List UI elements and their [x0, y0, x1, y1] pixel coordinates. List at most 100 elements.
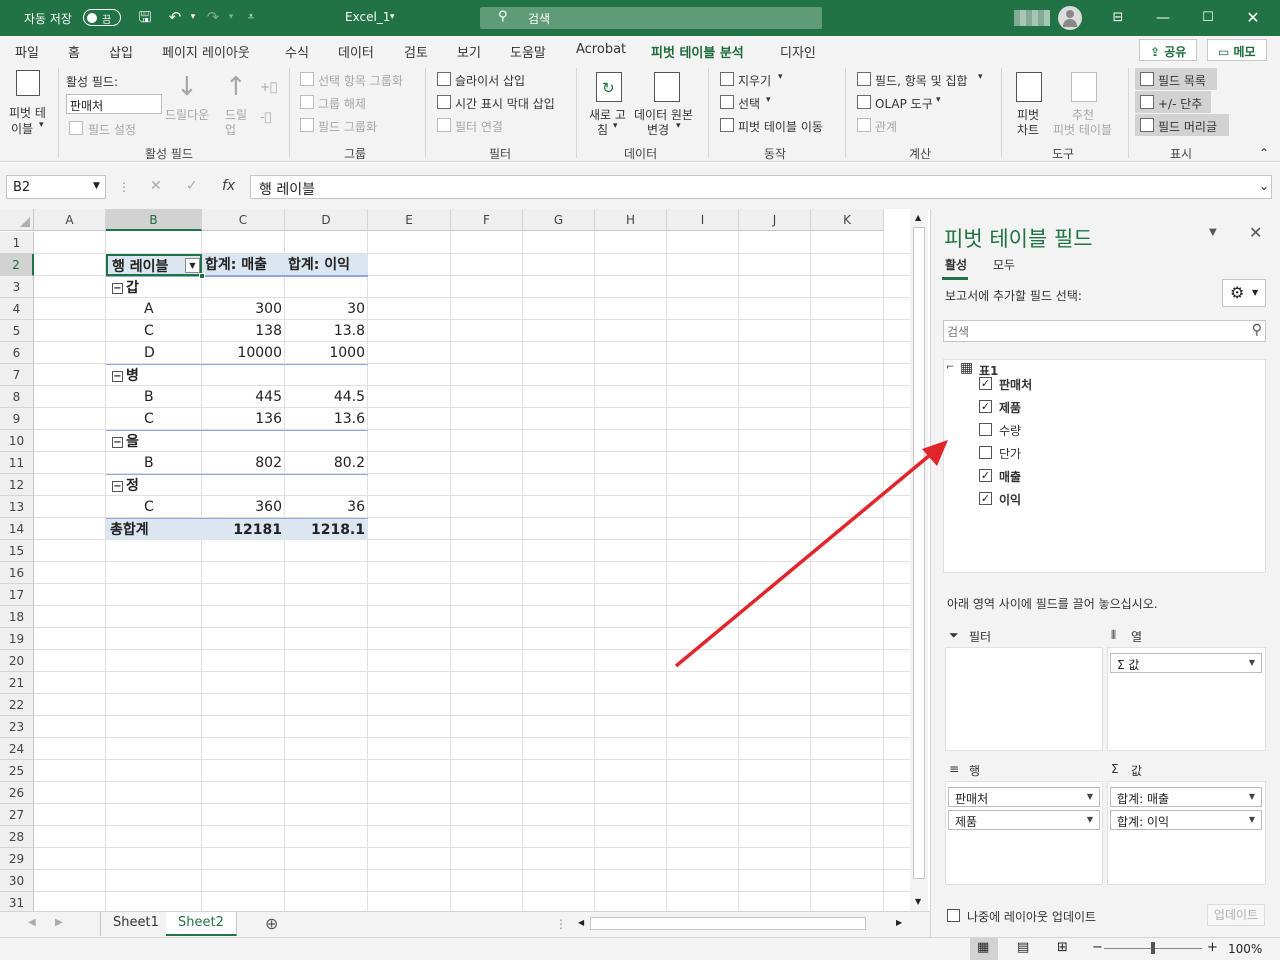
undo-icon[interactable]: ↶ [166, 8, 184, 26]
share-button[interactable]: ⇪ 공유 [1139, 39, 1198, 61]
minimize-icon[interactable]: — [1153, 8, 1173, 28]
pivot-grand-total-sales[interactable]: 12181 [202, 518, 285, 540]
pivot-grand-total-label[interactable]: 총합계 [106, 518, 202, 540]
pivot-profit-value[interactable]: 36 [285, 496, 368, 518]
pane-tab-all[interactable]: 모두 [993, 256, 1015, 273]
pivot-item-label[interactable]: C [106, 408, 202, 430]
field-label[interactable]: 수량 [999, 422, 1021, 439]
maximize-icon[interactable]: ☐ [1198, 8, 1218, 28]
tab-data[interactable]: 데이터 [338, 42, 374, 61]
row-label-filter-button[interactable]: ▼ [185, 258, 200, 273]
zoom-out-icon[interactable]: − [1092, 940, 1103, 955]
rows-item-product[interactable]: 제품 [948, 810, 1100, 830]
column-header-i[interactable]: I [667, 209, 739, 231]
row-header[interactable]: 16 [0, 562, 34, 584]
expand-field-icon[interactable]: +⃞ [260, 80, 277, 94]
select-button[interactable]: 선택 [738, 95, 760, 112]
insert-timeline-button[interactable]: 시간 표시 막대 삽입 [455, 95, 555, 112]
field-checkbox[interactable]: ✓ [979, 492, 992, 505]
column-header-d[interactable]: D [285, 209, 368, 231]
column-header-h[interactable]: H [595, 209, 667, 231]
row-header[interactable]: 26 [0, 782, 34, 804]
refresh-label-2[interactable]: 침 [597, 121, 608, 138]
pivot-item-label[interactable]: D [106, 342, 202, 364]
pivot-sales-value[interactable]: 360 [202, 496, 285, 518]
pivot-item-label[interactable]: C [106, 496, 202, 518]
search-box[interactable]: ⚲ 검색 [480, 7, 822, 29]
field-checkbox[interactable]: ✓ [979, 377, 992, 390]
pivot-sales-value[interactable]: 300 [202, 298, 285, 320]
vertical-scroll-thumb[interactable] [913, 227, 925, 879]
tab-acrobat[interactable]: Acrobat [576, 42, 626, 57]
pivot-profit-value[interactable]: 30 [285, 298, 368, 320]
filter-connections-button[interactable]: 필터 연결 [455, 118, 503, 135]
next-sheet-icon[interactable]: ▶ [55, 917, 63, 928]
save-icon[interactable]: 🖫 [136, 8, 154, 26]
group-selection-button[interactable]: 선택 항목 그룹화 [318, 72, 403, 89]
pivot-profit-value[interactable]: 13.6 [285, 408, 368, 430]
clear-button[interactable]: 지우기 [738, 72, 771, 89]
pivot-sales-header[interactable]: 합계: 매출 [202, 254, 285, 276]
active-field-input[interactable]: 판매처 [66, 94, 162, 114]
title-dropdown-icon[interactable]: ▾ [390, 12, 395, 22]
fields-items-sets-dropdown-icon[interactable]: ▾ [978, 72, 983, 82]
column-header-c[interactable]: C [202, 209, 285, 231]
scroll-right-icon[interactable]: ▶ [896, 918, 902, 927]
pivot-group-row[interactable]: − 정 [106, 474, 368, 496]
name-box-dropdown-icon[interactable]: ▼ [93, 181, 100, 191]
collapse-group-icon[interactable]: − [112, 436, 123, 448]
pivot-item-label[interactable]: C [106, 320, 202, 342]
collapse-ribbon-icon[interactable]: ⌃ [1259, 146, 1269, 160]
sheet-tab-sheet2[interactable]: Sheet2 [166, 912, 237, 936]
pivot-sales-value[interactable]: 445 [202, 386, 285, 408]
values-item-sales[interactable]: 합계: 매출 [1110, 787, 1262, 807]
tab-view[interactable]: 보기 [457, 42, 481, 61]
field-label[interactable]: 판매처 [999, 376, 1032, 393]
values-area[interactable]: 합계: 매출 합계: 이익 [1107, 781, 1266, 885]
horizontal-scroll-thumb[interactable] [590, 917, 866, 930]
scroll-down-icon[interactable]: ▼ [915, 897, 921, 906]
fields-items-sets-button[interactable]: 필드, 항목 및 집합 [875, 72, 968, 89]
spreadsheet-grid[interactable]: ABCDEFGHIJK 1 2 3 4 5 6 7 8 9 10 11 12 13 14 15 16 17 18 1… [0, 209, 910, 911]
pivot-group-row[interactable]: − 을 [106, 430, 368, 452]
row-header[interactable]: 17 [0, 584, 34, 606]
ungroup-button[interactable]: 그룹 해제 [318, 95, 366, 112]
tab-page-layout[interactable]: 페이지 레이아웃 [162, 42, 250, 61]
row-header[interactable]: 4 [0, 298, 34, 320]
columns-item-values[interactable]: Σ 값 [1110, 653, 1262, 673]
tab-design[interactable]: 디자인 [780, 42, 816, 61]
recommended-pivot-label-2[interactable]: 피벗 테이블 [1053, 121, 1112, 138]
close-icon[interactable]: ✕ [1243, 8, 1263, 28]
row-header[interactable]: 31 [0, 892, 34, 911]
zoom-slider-thumb[interactable] [1151, 942, 1155, 954]
move-pivot-button[interactable]: 피벗 테이블 이동 [738, 118, 823, 135]
row-header[interactable]: 21 [0, 672, 34, 694]
pivot-sales-value[interactable]: 10000 [202, 342, 285, 364]
collapse-group-icon[interactable]: − [112, 282, 123, 294]
pivot-table-dropdown-icon[interactable]: ▾ [39, 120, 44, 130]
group-field-button[interactable]: 필드 그룹화 [318, 118, 377, 135]
tab-review[interactable]: 검토 [404, 42, 428, 61]
ribbon-display-icon[interactable]: ⊟ [1108, 8, 1128, 28]
select-all-corner[interactable] [0, 209, 34, 231]
sheet-tab-sheet1[interactable]: Sheet1 [100, 912, 172, 936]
row-header[interactable]: 27 [0, 804, 34, 826]
enter-icon[interactable]: ✓ [186, 178, 198, 194]
vertical-scrollbar[interactable]: ▲ ▼ [910, 209, 928, 911]
tab-help[interactable]: 도움말 [510, 42, 546, 61]
column-header-k[interactable]: K [811, 209, 884, 231]
row-header[interactable]: 8 [0, 386, 34, 408]
pivot-item-label[interactable]: B [106, 386, 202, 408]
row-header[interactable]: 11 [0, 452, 34, 474]
name-box[interactable]: B2 [6, 175, 106, 199]
pivot-profit-value[interactable]: 80.2 [285, 452, 368, 474]
comments-button[interactable]: ▭ 메모 [1207, 39, 1267, 61]
field-list-button[interactable]: 필드 목록 [1158, 72, 1206, 89]
tab-pivot-analyze[interactable]: 피벗 테이블 분석 [651, 42, 744, 67]
clear-dropdown-icon[interactable]: ▾ [778, 72, 783, 82]
field-settings-button[interactable]: 필드 설정 [88, 121, 136, 138]
field-checkbox[interactable] [979, 423, 992, 436]
row-header[interactable]: 10 [0, 430, 34, 452]
zoom-level[interactable]: 100% [1228, 942, 1262, 956]
insert-slicer-button[interactable]: 슬라이서 삽입 [455, 72, 525, 89]
